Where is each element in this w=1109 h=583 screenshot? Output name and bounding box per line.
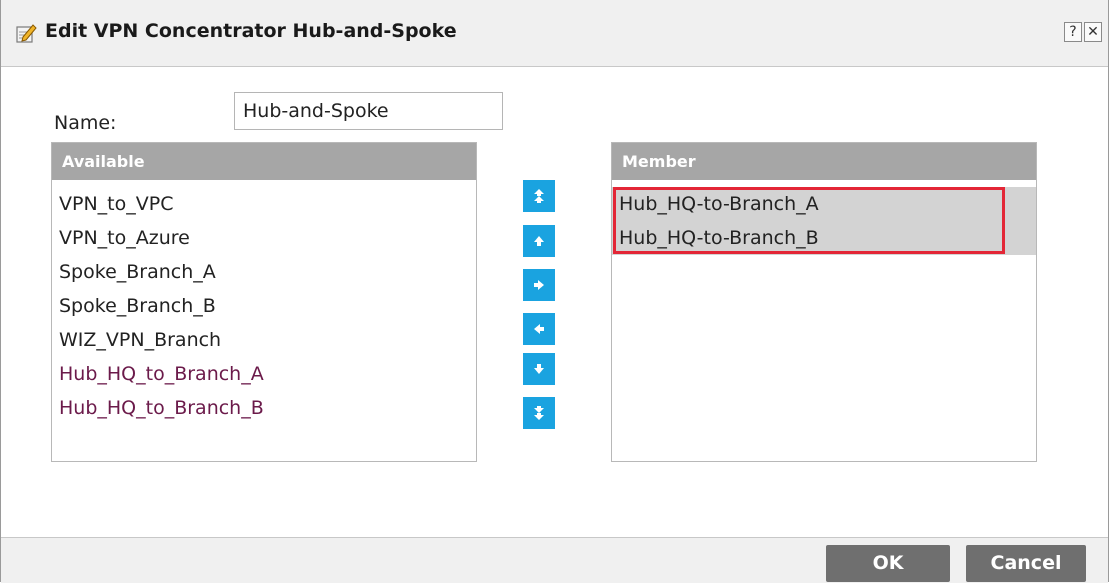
name-label: Name: (54, 112, 117, 134)
member-list-header: Member (612, 143, 1036, 180)
right-arrow-icon (534, 280, 544, 290)
member-list-item[interactable]: Hub_HQ-to-Branch_A (612, 187, 1036, 221)
remove-member-button[interactable] (522, 312, 556, 346)
edit-icon (16, 24, 37, 43)
available-list-item[interactable]: Spoke_Branch_A (52, 255, 476, 289)
available-list-item[interactable]: Spoke_Branch_B (52, 289, 476, 323)
available-list-header: Available (52, 143, 476, 180)
down-arrow-icon (534, 364, 544, 374)
help-button[interactable]: ? (1064, 22, 1082, 42)
available-list-item[interactable]: VPN_to_Azure (52, 221, 476, 255)
member-list-item[interactable]: Hub_HQ-to-Branch_B (612, 221, 1036, 255)
dialog-title: Edit VPN Concentrator Hub-and-Spoke (45, 20, 457, 42)
cancel-button[interactable]: Cancel (966, 545, 1086, 582)
add-member-button[interactable] (522, 268, 556, 302)
available-list-item[interactable]: Hub_HQ_to_Branch_A (52, 357, 476, 391)
available-list[interactable]: Available VPN_to_VPC VPN_to_Azure Spoke_… (51, 142, 477, 462)
close-button[interactable]: ✕ (1084, 22, 1102, 42)
available-list-item[interactable]: WIZ_VPN_Branch (52, 323, 476, 357)
name-input[interactable] (234, 92, 503, 130)
available-list-item[interactable]: VPN_to_VPC (52, 187, 476, 221)
edit-vpn-concentrator-dialog: Edit VPN Concentrator Hub-and-Spoke ? ✕ … (0, 0, 1109, 583)
ok-button[interactable]: OK (826, 545, 950, 582)
double-down-arrow-icon (534, 406, 544, 420)
available-list-item[interactable]: Hub_HQ_to_Branch_B (52, 391, 476, 425)
double-up-arrow-icon (534, 189, 544, 203)
move-up-button[interactable] (522, 224, 556, 258)
move-to-top-button[interactable] (522, 179, 556, 213)
left-arrow-icon (534, 324, 544, 334)
member-list[interactable]: Member Hub_HQ-to-Branch_A Hub_HQ-to-Bran… (611, 142, 1037, 462)
move-to-bottom-button[interactable] (522, 396, 556, 430)
up-arrow-icon (534, 236, 544, 246)
move-down-button[interactable] (522, 352, 556, 386)
dialog-titlebar: Edit VPN Concentrator Hub-and-Spoke ? ✕ (1, 0, 1108, 67)
